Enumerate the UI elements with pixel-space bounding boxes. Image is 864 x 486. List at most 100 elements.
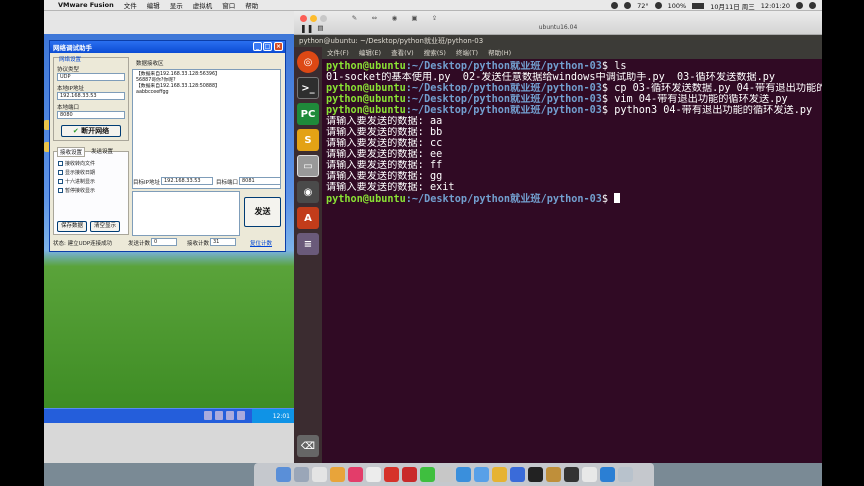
close-button[interactable]: [300, 15, 307, 22]
vscode-icon[interactable]: [509, 467, 525, 482]
app-icon[interactable]: [437, 467, 453, 482]
tray-icon[interactable]: [237, 411, 245, 420]
status-icon[interactable]: [611, 2, 619, 9]
safari-icon[interactable]: [473, 467, 489, 482]
option-pause-display[interactable]: 暂停接收显示: [58, 187, 95, 194]
option-recv-to-file[interactable]: 接收转向文件: [58, 160, 95, 167]
search-icon[interactable]: [796, 2, 803, 9]
terminal-icon[interactable]: >_: [297, 77, 319, 99]
menu-window[interactable]: 窗口: [222, 0, 235, 10]
app-icon[interactable]: [599, 467, 615, 482]
minimize-button[interactable]: _: [253, 42, 262, 51]
app-icon[interactable]: [347, 467, 363, 482]
terminal-output-line: 请输入要发送的数据: bb: [326, 127, 443, 138]
tray-icon[interactable]: [226, 411, 234, 420]
battery-icon[interactable]: [692, 2, 705, 9]
menu-terminal[interactable]: 终端(T): [456, 49, 478, 57]
battery-percent: 100%: [667, 1, 687, 10]
send-area[interactable]: [132, 191, 240, 236]
net-assistant-window: 网络调试助手 _ □ × 网络设置 协议类型 UDP 本地IP地址 192.16…: [49, 40, 286, 252]
app-icon[interactable]: [581, 467, 597, 482]
local-port-field[interactable]: 8080: [57, 111, 125, 119]
snapshot-icon[interactable]: ▣: [410, 14, 419, 23]
terminal-output-line: 请输入要发送的数据: ff: [326, 160, 443, 171]
software-center-icon[interactable]: A: [297, 207, 319, 229]
checkbox-icon[interactable]: [58, 161, 63, 166]
tab-send-settings[interactable]: 发送设置: [89, 147, 115, 155]
disconnect-button[interactable]: ✔ 断开网络: [61, 125, 121, 137]
target-port-field[interactable]: 8081: [239, 177, 281, 185]
share-icon[interactable]: ⇪: [430, 14, 439, 23]
terminal-output[interactable]: python@ubuntu:~/Desktop/python就业班/python…: [322, 59, 822, 463]
option-show-date[interactable]: 显示接收日期: [58, 169, 95, 176]
target-port-label: 目标端口: [216, 180, 239, 186]
files-icon[interactable]: ▭: [297, 155, 319, 177]
checkbox-icon[interactable]: [58, 170, 63, 175]
send-button[interactable]: 发送: [244, 197, 281, 227]
close-button[interactable]: ×: [274, 42, 283, 51]
save-data-button[interactable]: 保存数据: [57, 221, 87, 232]
trash-icon[interactable]: ⌫: [297, 435, 319, 457]
menu-file[interactable]: 文件(F): [327, 49, 349, 57]
network-icon[interactable]: ⇔: [370, 14, 379, 23]
trash-icon[interactable]: [617, 467, 633, 482]
disk-icon[interactable]: ◉: [390, 14, 399, 23]
menu-search[interactable]: 搜索(S): [424, 49, 446, 57]
reset-count-link[interactable]: 复位计数: [250, 239, 272, 247]
app-icon[interactable]: [563, 467, 579, 482]
wrench-icon[interactable]: ✎: [350, 14, 359, 23]
vmware-titlebar[interactable]: ✎ ⇔ ◉ ▣ ⇪ ❚❚ ▤ ubuntu16.04: [294, 11, 822, 35]
terminal-icon[interactable]: [527, 467, 543, 482]
option-hex-display[interactable]: 十六进制显示: [58, 178, 95, 185]
prompt-user: python@ubuntu: [326, 94, 406, 105]
launchpad-icon[interactable]: [293, 467, 309, 482]
tab-recv-settings[interactable]: 接收设置: [57, 147, 86, 157]
app-icon[interactable]: [545, 467, 561, 482]
fullscreen-button[interactable]: [320, 15, 327, 22]
menu-help[interactable]: 帮助: [245, 0, 258, 10]
menu-vm[interactable]: 虚拟机: [193, 0, 213, 10]
chrome-icon[interactable]: ◉: [297, 181, 319, 203]
mac-dock: [254, 463, 654, 486]
menu-list-icon[interactable]: [809, 2, 816, 9]
xp-tray-clock[interactable]: 12:01: [252, 409, 294, 423]
status-icon[interactable]: [624, 2, 632, 9]
menubar-app-name[interactable]: VMware Fusion: [58, 1, 114, 9]
terminal-output-line: 01-socket的基本使用.py 02-发送任意数据给windows中调试助手…: [326, 72, 775, 83]
checkbox-icon[interactable]: [58, 188, 63, 193]
menu-edit[interactable]: 编辑: [147, 0, 160, 10]
finder-icon[interactable]: [275, 467, 291, 482]
chrome-icon[interactable]: [491, 467, 507, 482]
pycharm-icon[interactable]: PC: [297, 103, 319, 125]
app-icon[interactable]: [383, 467, 399, 482]
app-icon[interactable]: [401, 467, 417, 482]
checkbox-icon[interactable]: [58, 179, 63, 184]
protocol-select[interactable]: UDP: [57, 73, 125, 81]
menubar-time[interactable]: 12:01:20: [761, 2, 790, 10]
menu-help[interactable]: 帮助(H): [488, 49, 511, 57]
local-ip-field[interactable]: 192.168.33.53: [57, 92, 125, 100]
ubuntu-logo-icon[interactable]: ◎: [297, 51, 319, 73]
wifi-icon[interactable]: [654, 2, 662, 9]
menu-file[interactable]: 文件: [124, 0, 137, 10]
photos-icon[interactable]: [311, 467, 327, 482]
settings-icon[interactable]: ≡: [297, 233, 319, 255]
wechat-icon[interactable]: [419, 467, 435, 482]
app-icon[interactable]: [329, 467, 345, 482]
target-ip-field[interactable]: 192.168.33.53: [161, 177, 213, 185]
recv-area[interactable]: 【数据来自192.168.33.128:56396】 56887哥你?你呢? 【…: [132, 69, 281, 189]
menubar-date[interactable]: 10月11日 周三: [710, 1, 755, 11]
clear-display-button[interactable]: 清空显示: [90, 221, 120, 232]
menu-view[interactable]: 显示: [170, 0, 183, 10]
text-editor-icon[interactable]: [365, 467, 381, 482]
minimize-button[interactable]: [310, 15, 317, 22]
menu-view[interactable]: 查看(V): [391, 49, 414, 57]
menu-edit[interactable]: 编辑(E): [359, 49, 381, 57]
sublime-icon[interactable]: S: [297, 129, 319, 151]
net-assistant-titlebar[interactable]: 网络调试助手 _ □ ×: [50, 41, 285, 53]
app-icon[interactable]: [455, 467, 471, 482]
maximize-button[interactable]: □: [263, 42, 272, 51]
tray-icon[interactable]: [204, 411, 212, 420]
terminal-output-line: 请输入要发送的数据: exit: [326, 182, 455, 193]
tray-icon[interactable]: [215, 411, 223, 420]
